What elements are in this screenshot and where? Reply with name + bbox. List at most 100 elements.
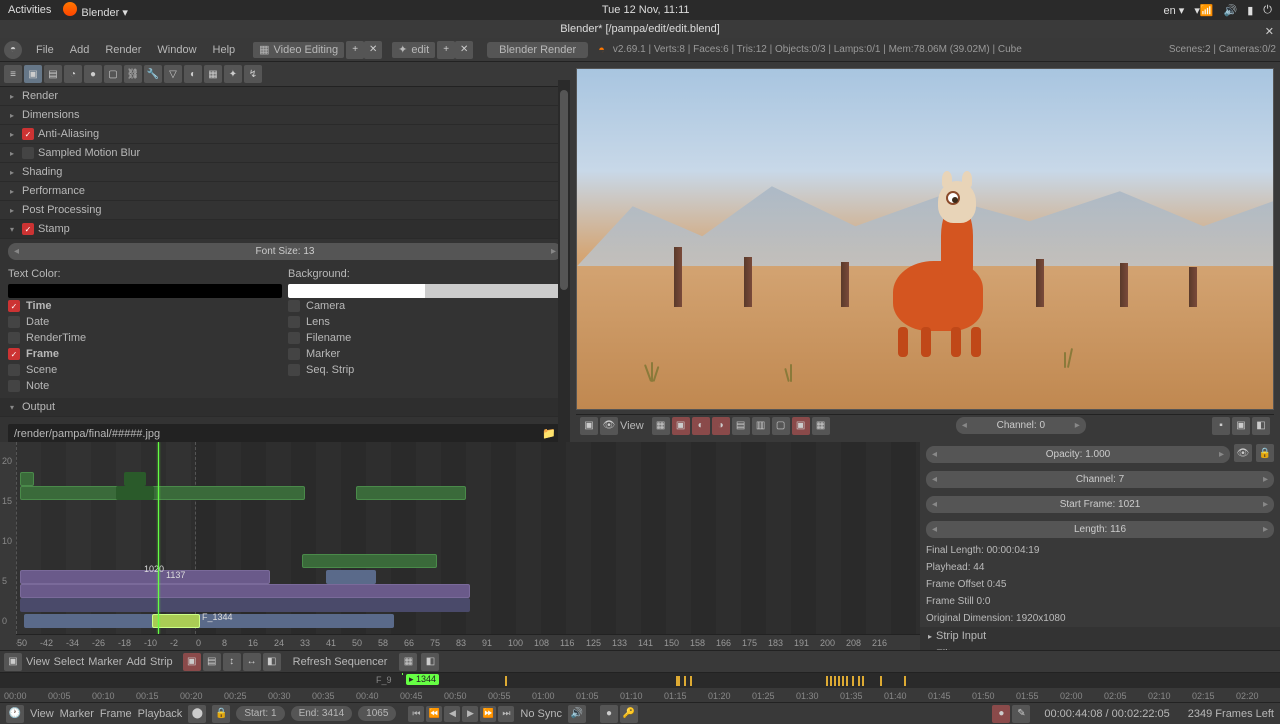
panel-render[interactable]: ▸Render <box>0 87 570 106</box>
stamp-seq. strip-checkbox[interactable]: Seq. Strip <box>288 362 562 378</box>
prev-btn-c-icon[interactable]: ◧ <box>1252 417 1270 435</box>
lang-indicator[interactable]: en ▾ <box>1163 4 1184 17</box>
tab-particles-icon[interactable]: ✦ <box>224 65 242 83</box>
timeline-marker[interactable] <box>862 676 864 686</box>
stamp-marker-checkbox[interactable]: Marker <box>288 346 562 362</box>
panel-post-processing[interactable]: ▸Post Processing <box>0 201 570 220</box>
stamp-filename-checkbox[interactable]: Filename <box>288 330 562 346</box>
battery-icon[interactable]: ▮ <box>1247 4 1253 17</box>
jump-end-icon[interactable]: ⏭ <box>498 706 514 722</box>
volume-icon[interactable]: 🔊 <box>1224 4 1238 17</box>
timeline-marker[interactable] <box>852 676 854 686</box>
chroma-mode-icon[interactable]: ◑ <box>712 417 730 435</box>
refresh-sequencer-button[interactable]: Refresh Sequencer <box>293 656 388 668</box>
menu-window[interactable]: Window <box>149 44 204 56</box>
strip-audio[interactable] <box>20 486 305 500</box>
sync-mode-select[interactable]: No Sync <box>520 708 562 720</box>
background-swatch[interactable] <box>288 284 562 298</box>
seq-select-menu[interactable]: Select <box>54 656 85 668</box>
menu-file[interactable]: File <box>28 44 62 56</box>
panel-dimensions[interactable]: ▸Dimensions <box>0 106 570 125</box>
layout-del-icon[interactable]: ✕ <box>364 41 382 59</box>
tab-render-icon[interactable]: ≡ <box>4 65 22 83</box>
preview-view-menu[interactable]: View <box>620 420 644 432</box>
tl-playhead[interactable] <box>402 673 403 675</box>
tab-constraint-icon[interactable]: ⛓ <box>124 65 142 83</box>
play-icon[interactable]: ▶ <box>462 706 478 722</box>
blender-icon[interactable]: ◓ <box>4 41 22 59</box>
strip-vid-1b[interactable] <box>326 570 376 584</box>
activities-button[interactable]: Activities <box>8 4 51 16</box>
prev-btn-a-icon[interactable]: ▪ <box>1212 417 1230 435</box>
prev-mode-icon[interactable]: ▥ <box>752 417 770 435</box>
seq-editor-type-icon[interactable]: ▣ <box>4 653 22 671</box>
opacity-lock-icon[interactable]: 🔒 <box>1256 444 1274 462</box>
menu-render[interactable]: Render <box>97 44 149 56</box>
playhead[interactable] <box>158 442 159 634</box>
close-icon[interactable]: ✕ <box>1265 23 1274 41</box>
stamp-note-checkbox[interactable]: Note <box>8 378 282 394</box>
stamp-time-checkbox[interactable]: ✓Time <box>8 298 282 314</box>
eye-icon[interactable]: 👁 <box>600 417 618 435</box>
stamp-rendertime-checkbox[interactable]: RenderTime <box>8 330 282 346</box>
tl-marker-menu[interactable]: Marker <box>60 708 94 720</box>
play-rev-icon[interactable]: ◀ <box>444 706 460 722</box>
editor-type-icon[interactable]: ▣ <box>580 417 598 435</box>
scene-select[interactable]: ✦ edit <box>392 42 435 58</box>
strip-selected[interactable] <box>152 614 200 628</box>
strip-top-2[interactable] <box>124 472 146 486</box>
stamp-lens-checkbox[interactable]: Lens <box>288 314 562 330</box>
length-field[interactable]: Length: 116 <box>926 521 1274 538</box>
timeline-marker[interactable] <box>858 676 860 686</box>
font-size-slider[interactable]: Font Size: 13 <box>8 243 562 260</box>
timeline-marker[interactable] <box>826 676 828 686</box>
seq-strip-menu[interactable]: Strip <box>150 656 173 668</box>
timeline-area[interactable]: F_9 ▸ 1344 00:0000:0500:1000:1500:2000:2… <box>0 672 1280 702</box>
strip-audio-3[interactable] <box>356 486 466 500</box>
properties-scrollbar[interactable] <box>558 80 570 442</box>
layout-add-icon[interactable]: + <box>346 41 364 59</box>
panel-anti-aliasing[interactable]: ▸✓Anti-Aliasing <box>0 125 570 144</box>
channel-slider[interactable]: Channel: 0 <box>956 417 1086 434</box>
menu-help[interactable]: Help <box>205 44 244 56</box>
tab-camera-icon[interactable]: ▣ <box>24 65 42 83</box>
prev-btn-b-icon[interactable]: ▣ <box>1232 417 1250 435</box>
seq-add-menu[interactable]: Add <box>126 656 146 668</box>
tab-physics-icon[interactable]: ↯ <box>244 65 262 83</box>
menu-add[interactable]: Add <box>62 44 98 56</box>
timeline-marker[interactable] <box>690 676 692 686</box>
seq-disp-icon-4[interactable]: ↔ <box>243 653 261 671</box>
seq-view-menu[interactable]: View <box>26 656 50 668</box>
strip-vid-3[interactable] <box>20 598 470 612</box>
seq-disp-icon-1[interactable]: ▣ <box>183 653 201 671</box>
seq-marker-menu[interactable]: Marker <box>88 656 122 668</box>
power-icon[interactable]: ⏻ <box>1263 4 1272 17</box>
stamp-frame-checkbox[interactable]: ✓Frame <box>8 346 282 362</box>
strip-vid-2[interactable] <box>20 584 470 598</box>
safe-mode-icon[interactable]: ▢ <box>772 417 790 435</box>
hist-mode-icon[interactable]: ▤ <box>732 417 750 435</box>
start-frame-field[interactable]: Start Frame: 1021 <box>926 496 1274 513</box>
stamp-date-checkbox[interactable]: Date <box>8 314 282 330</box>
tab-layers-icon[interactable]: ▤ <box>44 65 62 83</box>
stamp-scene-checkbox[interactable]: Scene <box>8 362 282 378</box>
tab-world-icon[interactable]: ● <box>84 65 102 83</box>
tab-object-icon[interactable]: ▢ <box>104 65 122 83</box>
strip-top[interactable] <box>20 472 34 486</box>
channel-field[interactable]: Channel: 7 <box>926 471 1274 488</box>
lum-mode-icon[interactable]: ◐ <box>692 417 710 435</box>
seq-ruler[interactable]: -50-42-34-26-18-10-208162433415058667583… <box>16 634 920 650</box>
seq-disp-icon-5[interactable]: ◧ <box>263 653 281 671</box>
tl-playback-menu[interactable]: Playback <box>138 708 183 720</box>
tl-view-menu[interactable]: View <box>30 708 54 720</box>
timeline-marker[interactable] <box>904 676 906 686</box>
folder-icon[interactable]: 📁 <box>542 427 556 440</box>
panel-performance[interactable]: ▸Performance <box>0 182 570 201</box>
timeline-marker[interactable] <box>880 676 882 686</box>
opacity-slider[interactable]: Opacity: 1.000 <box>926 446 1230 463</box>
keyframe-prev-icon[interactable]: ⏪ <box>426 706 442 722</box>
output-path-field[interactable]: /render/pampa/final/#####.jpg 📁 <box>8 424 562 442</box>
network-icon[interactable]: ▾📶 <box>1194 4 1213 17</box>
current-frame-field[interactable]: 1065 <box>358 706 396 721</box>
seq-disp-icon-3[interactable]: ↕ <box>223 653 241 671</box>
